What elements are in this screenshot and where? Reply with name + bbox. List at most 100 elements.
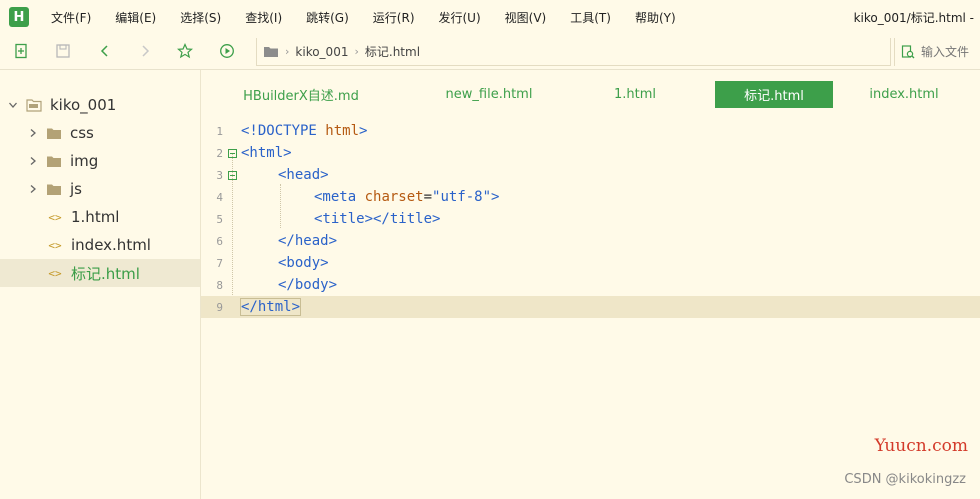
code-line: 1 <!DOCTYPE html> bbox=[201, 120, 980, 142]
editor-tabs: HBuilderX自述.md new_file.html 1.html 标记.h… bbox=[201, 70, 980, 118]
code-line: 4 <meta charset="utf-8"> bbox=[201, 186, 980, 208]
search-file-icon bbox=[901, 45, 915, 59]
menu-bar: H 文件(F) 编辑(E) 选择(S) 查找(I) 跳转(G) 运行(R) 发行… bbox=[0, 0, 980, 34]
tree-file-biaoji[interactable]: <> 标记.html bbox=[0, 259, 200, 287]
code-line: 2 <html> bbox=[201, 142, 980, 164]
line-number: 4 bbox=[216, 190, 223, 204]
forward-icon[interactable] bbox=[136, 42, 154, 60]
chevron-right-icon[interactable] bbox=[28, 128, 38, 138]
tree-item-label: css bbox=[70, 124, 94, 142]
project-folder-icon bbox=[26, 98, 42, 112]
code-token: <html> bbox=[241, 145, 292, 161]
code-token: <body> bbox=[278, 255, 329, 271]
fold-collapse-icon[interactable] bbox=[223, 148, 241, 158]
code-line: 5 <title></title> bbox=[201, 208, 980, 230]
code-line: 8 </body> bbox=[201, 274, 980, 296]
tree-file-1html[interactable]: <> 1.html bbox=[0, 203, 200, 231]
chevron-down-icon[interactable] bbox=[8, 100, 18, 110]
tree-file-index[interactable]: <> index.html bbox=[0, 231, 200, 259]
toolbar: › kiko_001 › 标记.html bbox=[0, 34, 980, 70]
breadcrumb: › kiko_001 › 标记.html bbox=[256, 38, 891, 66]
menu-publish[interactable]: 发行(U) bbox=[439, 9, 481, 26]
tree-project-label: kiko_001 bbox=[50, 96, 117, 114]
code-token: html bbox=[316, 123, 360, 139]
folder-icon bbox=[46, 127, 62, 140]
code-token: charset bbox=[356, 189, 424, 205]
tab-new-file[interactable]: new_file.html bbox=[431, 81, 547, 108]
watermark-author: CSDN @kikokingzz bbox=[844, 472, 966, 487]
menu-tools[interactable]: 工具(T) bbox=[570, 9, 611, 26]
tree-item-label: img bbox=[70, 152, 99, 170]
code-token: "utf-8" bbox=[432, 189, 492, 205]
watermark-site: Yuucn.com bbox=[874, 436, 968, 456]
folder-icon bbox=[263, 45, 279, 58]
line-number: 5 bbox=[216, 212, 223, 226]
line-number: 3 bbox=[216, 168, 223, 182]
line-number: 2 bbox=[216, 146, 223, 160]
code-line: 6 </head> bbox=[201, 230, 980, 252]
line-number: 9 bbox=[216, 300, 223, 314]
code-token: </body> bbox=[278, 277, 338, 293]
tab-index[interactable]: index.html bbox=[861, 81, 947, 108]
menu-edit[interactable]: 编辑(E) bbox=[115, 9, 156, 26]
html-file-icon: <> bbox=[48, 266, 62, 280]
code-token: </head> bbox=[278, 233, 338, 249]
code-token: <title></title> bbox=[314, 211, 441, 227]
line-number: 6 bbox=[216, 234, 223, 248]
tree-item-label: 标记.html bbox=[71, 264, 140, 283]
menu-select[interactable]: 选择(S) bbox=[180, 9, 221, 26]
tree-item-label: index.html bbox=[71, 236, 151, 254]
run-icon[interactable] bbox=[218, 42, 236, 60]
breadcrumb-separator-icon: › bbox=[285, 45, 290, 58]
menu-list: 文件(F) 编辑(E) 选择(S) 查找(I) 跳转(G) 运行(R) 发行(U… bbox=[51, 9, 700, 26]
window-title: kiko_001/标记.html - bbox=[853, 11, 974, 25]
save-icon[interactable] bbox=[54, 42, 72, 60]
tree-item-label: 1.html bbox=[71, 208, 120, 226]
line-number: 1 bbox=[216, 124, 223, 138]
code-token: <head> bbox=[278, 167, 329, 183]
tree-project[interactable]: kiko_001 bbox=[0, 91, 200, 119]
current-code-line: 9 </html> bbox=[201, 296, 980, 318]
star-icon[interactable] bbox=[176, 42, 194, 60]
menu-view[interactable]: 视图(V) bbox=[505, 9, 547, 26]
code-line: 7 <body> bbox=[201, 252, 980, 274]
tree-folder-img[interactable]: img bbox=[0, 147, 200, 175]
project-tree: kiko_001 css img js <> 1.html <> index.h… bbox=[0, 70, 201, 499]
folder-icon bbox=[46, 183, 62, 196]
menu-run[interactable]: 运行(R) bbox=[373, 9, 415, 26]
folder-icon bbox=[46, 155, 62, 168]
html-file-icon: <> bbox=[48, 210, 62, 224]
tree-item-label: js bbox=[70, 180, 82, 198]
line-number: 8 bbox=[216, 278, 223, 292]
code-token: <meta bbox=[314, 189, 357, 205]
tab-1html[interactable]: 1.html bbox=[593, 81, 677, 108]
tab-biaoji[interactable]: 标记.html bbox=[715, 81, 833, 108]
tree-folder-css[interactable]: css bbox=[0, 119, 200, 147]
menu-help[interactable]: 帮助(Y) bbox=[635, 9, 676, 26]
code-token: </html> bbox=[239, 298, 302, 316]
menu-goto[interactable]: 跳转(G) bbox=[306, 9, 349, 26]
chevron-right-icon[interactable] bbox=[28, 184, 38, 194]
breadcrumb-project[interactable]: kiko_001 bbox=[295, 45, 348, 59]
line-number: 7 bbox=[216, 256, 223, 270]
menu-file[interactable]: 文件(F) bbox=[51, 9, 91, 26]
menu-find[interactable]: 查找(I) bbox=[245, 9, 282, 26]
tab-hbuilderx-readme[interactable]: HBuilderX自述.md bbox=[231, 81, 371, 108]
new-file-icon[interactable] bbox=[12, 42, 30, 60]
code-token: DOCTYPE bbox=[257, 123, 317, 139]
fold-collapse-icon[interactable] bbox=[223, 170, 241, 180]
code-line: 3 <head> bbox=[201, 164, 980, 186]
chevron-right-icon[interactable] bbox=[28, 156, 38, 166]
code-token: <! bbox=[241, 123, 258, 139]
app-logo[interactable]: H bbox=[9, 7, 29, 27]
html-file-icon: <> bbox=[48, 238, 62, 252]
breadcrumb-file[interactable]: 标记.html bbox=[365, 43, 420, 60]
file-search bbox=[894, 38, 980, 66]
file-search-input[interactable] bbox=[921, 45, 980, 59]
code-editor[interactable]: 1 <!DOCTYPE html> 2 <html> 3 <head> 4 <m… bbox=[201, 118, 980, 499]
back-icon[interactable] bbox=[96, 42, 114, 60]
code-token: > bbox=[491, 189, 500, 205]
code-token: > bbox=[359, 123, 368, 139]
tree-folder-js[interactable]: js bbox=[0, 175, 200, 203]
code-token: = bbox=[423, 189, 433, 205]
